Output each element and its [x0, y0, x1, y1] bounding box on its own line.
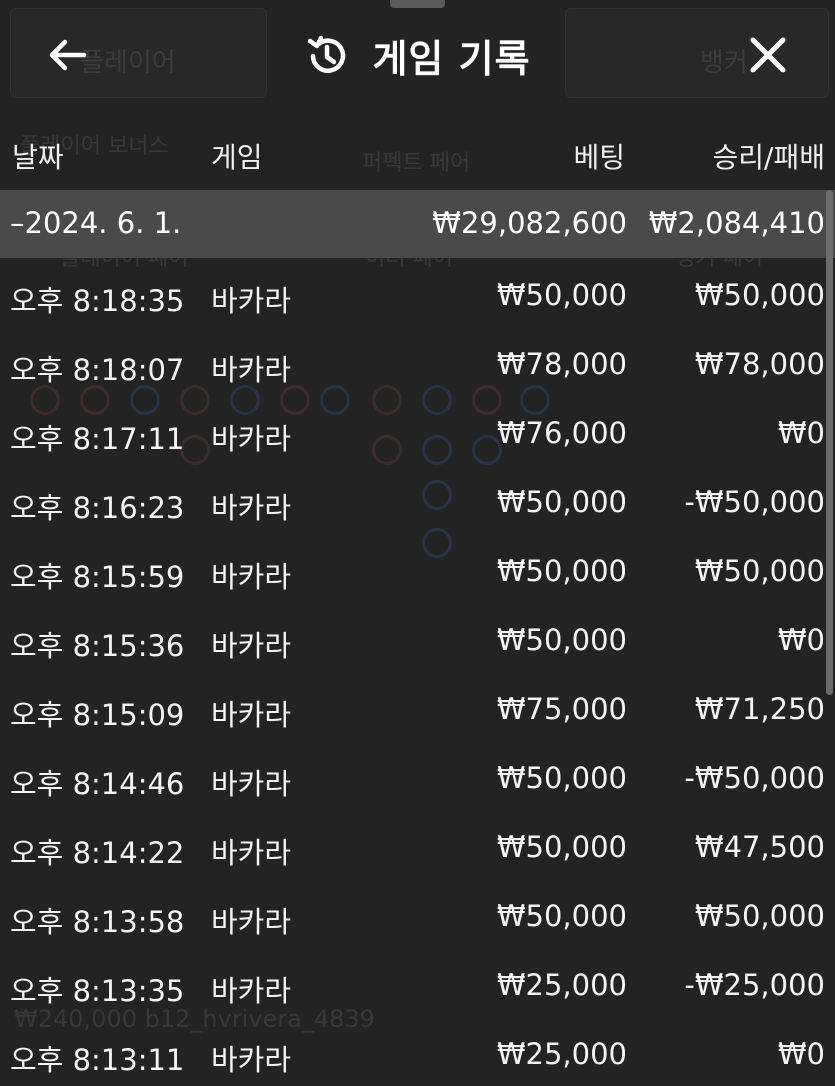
- row-result: ₩47,500: [694, 830, 825, 864]
- row-bet: ₩50,000: [496, 830, 627, 864]
- row-bet: ₩50,000: [496, 623, 627, 657]
- row-game: 바카라: [211, 1043, 292, 1077]
- table-row[interactable]: 오후 8:14:46 바카라 ₩50,000 -₩50,000: [0, 741, 835, 810]
- column-header-result: 승리/패배: [712, 141, 825, 174]
- page-title: 게임 기록: [372, 37, 531, 81]
- row-result: ₩71,250: [694, 692, 825, 726]
- row-time: 오후 8:14:22: [10, 836, 185, 870]
- group-result-total: ₩2,084,410: [648, 206, 825, 240]
- row-game: 바카라: [211, 422, 292, 456]
- row-result: ₩0: [777, 416, 825, 450]
- table-row[interactable]: 오후 8:13:58 바카라 ₩50,000 ₩50,000: [0, 879, 835, 948]
- row-result: ₩50,000: [694, 554, 825, 588]
- table-row[interactable]: 오후 8:15:59 바카라 ₩50,000 ₩50,000: [0, 534, 835, 603]
- row-result: -₩25,000: [684, 968, 825, 1002]
- row-time: 오후 8:13:35: [10, 974, 185, 1008]
- row-bet: ₩25,000: [496, 968, 627, 1002]
- row-result: ₩0: [777, 1037, 825, 1071]
- row-game: 바카라: [211, 974, 292, 1008]
- row-time: 오후 8:16:23: [10, 491, 185, 525]
- history-table: –2024. 6. 1. ₩29,082,600 ₩2,084,410 오후 8…: [0, 190, 835, 1086]
- row-time: 오후 8:13:11: [10, 1043, 185, 1077]
- date-group-row[interactable]: –2024. 6. 1. ₩29,082,600 ₩2,084,410: [0, 190, 835, 258]
- header-title-group: 게임 기록: [0, 28, 835, 83]
- row-result: ₩0: [777, 623, 825, 657]
- table-row[interactable]: 오후 8:16:23 바카라 ₩50,000 -₩50,000: [0, 465, 835, 534]
- row-time: 오후 8:15:59: [10, 560, 185, 594]
- row-bet: ₩78,000: [496, 347, 627, 381]
- row-result: -₩50,000: [684, 761, 825, 795]
- history-clock-icon: [304, 33, 350, 79]
- row-game: 바카라: [211, 284, 292, 318]
- row-game: 바카라: [211, 698, 292, 732]
- close-icon: [750, 37, 786, 73]
- row-result: ₩78,000: [694, 347, 825, 381]
- row-bet: ₩50,000: [496, 278, 627, 312]
- row-time: 오후 8:14:46: [10, 767, 185, 801]
- row-bet: ₩76,000: [496, 416, 627, 450]
- row-time: 오후 8:18:07: [10, 353, 185, 387]
- group-date: –2024. 6. 1.: [10, 206, 182, 240]
- row-bet: ₩50,000: [496, 485, 627, 519]
- row-result: ₩50,000: [694, 278, 825, 312]
- row-result: -₩50,000: [684, 485, 825, 519]
- table-row[interactable]: 오후 8:15:36 바카라 ₩50,000 ₩0: [0, 603, 835, 672]
- close-button[interactable]: [743, 30, 793, 80]
- column-header-row: 날짜 게임 베팅 승리/패배: [0, 122, 835, 186]
- table-row[interactable]: 오후 8:15:09 바카라 ₩75,000 ₩71,250: [0, 672, 835, 741]
- row-time: 오후 8:15:36: [10, 629, 185, 663]
- row-bet: ₩50,000: [496, 554, 627, 588]
- header: 게임 기록: [0, 0, 835, 110]
- sheet-drag-handle[interactable]: [390, 0, 445, 8]
- row-bet: ₩75,000: [496, 692, 627, 726]
- row-game: 바카라: [211, 905, 292, 939]
- column-header-game: 게임: [211, 141, 263, 174]
- table-row[interactable]: 오후 8:18:07 바카라 ₩78,000 ₩78,000: [0, 327, 835, 396]
- table-row[interactable]: 오후 8:18:35 바카라 ₩50,000 ₩50,000: [0, 258, 835, 327]
- row-time: 오후 8:17:11: [10, 422, 185, 456]
- row-game: 바카라: [211, 767, 292, 801]
- row-time: 오후 8:13:58: [10, 905, 185, 939]
- column-header-date: 날짜: [12, 141, 64, 174]
- row-game: 바카라: [211, 629, 292, 663]
- row-bet: ₩50,000: [496, 761, 627, 795]
- row-time: 오후 8:18:35: [10, 284, 185, 318]
- table-row[interactable]: 오후 8:17:11 바카라 ₩76,000 ₩0: [0, 396, 835, 465]
- table-row[interactable]: 오후 8:13:11 바카라 ₩25,000 ₩0: [0, 1017, 835, 1086]
- row-game: 바카라: [211, 353, 292, 387]
- row-game: 바카라: [211, 836, 292, 870]
- group-bet-total: ₩29,082,600: [432, 206, 627, 240]
- row-game: 바카라: [211, 491, 292, 525]
- row-bet: ₩25,000: [496, 1037, 627, 1071]
- row-bet: ₩50,000: [496, 899, 627, 933]
- table-scrollbar[interactable]: [826, 190, 833, 695]
- row-result: ₩50,000: [694, 899, 825, 933]
- table-row[interactable]: 오후 8:13:35 바카라 ₩25,000 -₩25,000: [0, 948, 835, 1017]
- table-row[interactable]: 오후 8:14:22 바카라 ₩50,000 ₩47,500: [0, 810, 835, 879]
- row-game: 바카라: [211, 560, 292, 594]
- column-header-bet: 베팅: [573, 141, 625, 174]
- row-time: 오후 8:15:09: [10, 698, 185, 732]
